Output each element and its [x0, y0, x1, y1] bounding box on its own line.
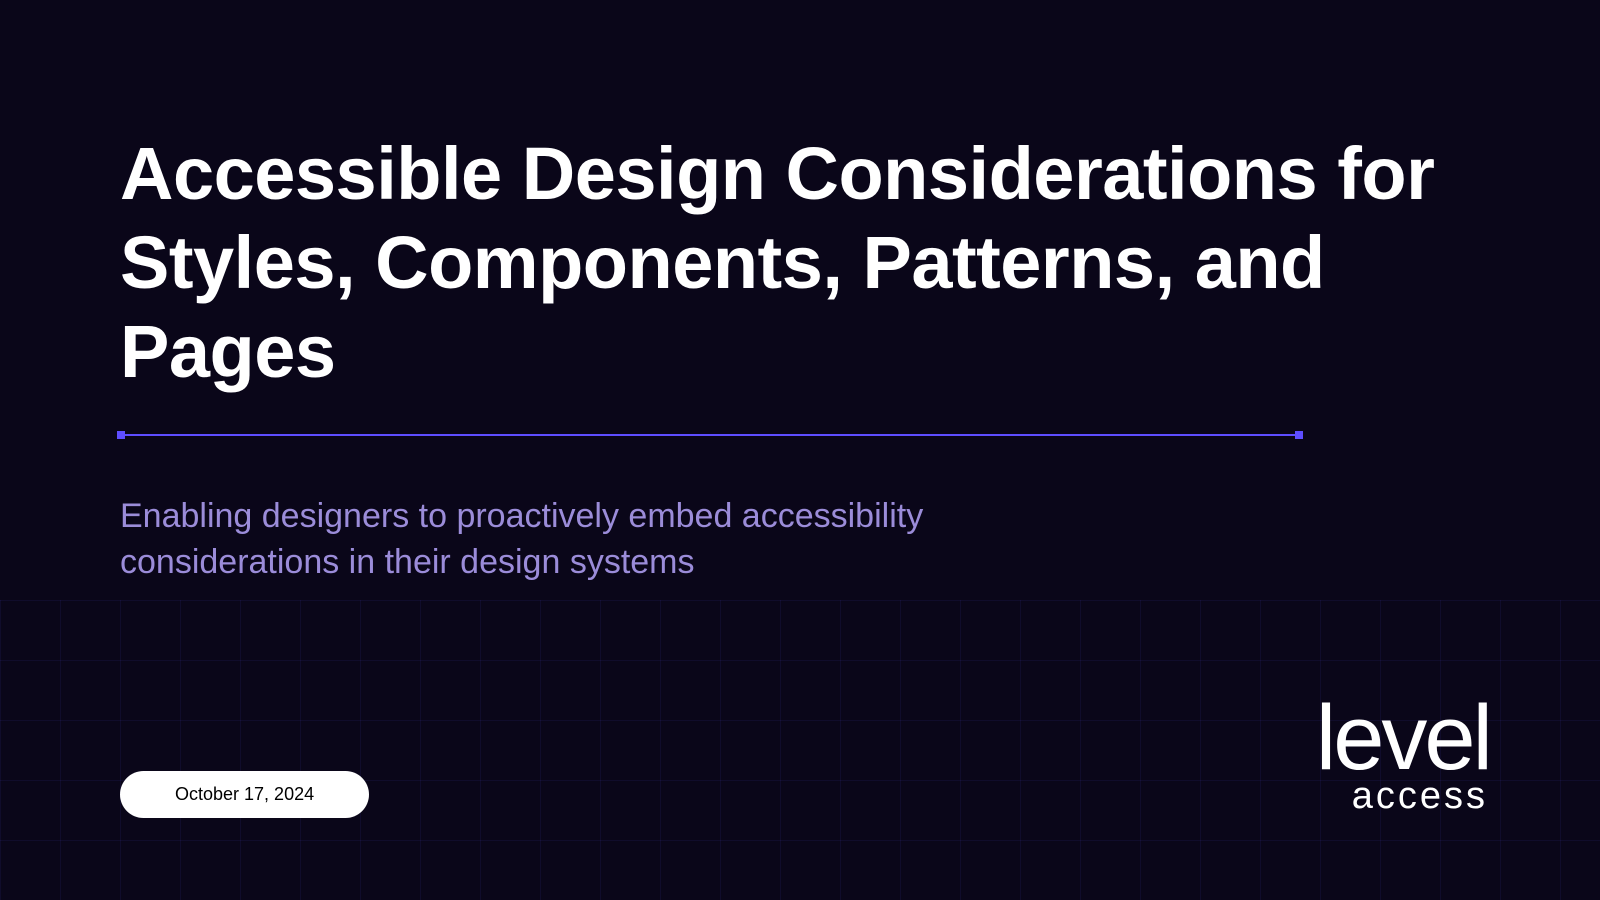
date-badge: October 17, 2024: [120, 771, 369, 818]
logo-primary-text: level: [1316, 699, 1490, 777]
brand-logo: level access: [1316, 699, 1490, 818]
slide-subtitle: Enabling designers to proactively embed …: [120, 494, 1020, 586]
slide-title: Accessible Design Considerations for Sty…: [120, 130, 1480, 396]
slide-content: Accessible Design Considerations for Sty…: [0, 0, 1600, 900]
title-divider: [120, 434, 1300, 436]
